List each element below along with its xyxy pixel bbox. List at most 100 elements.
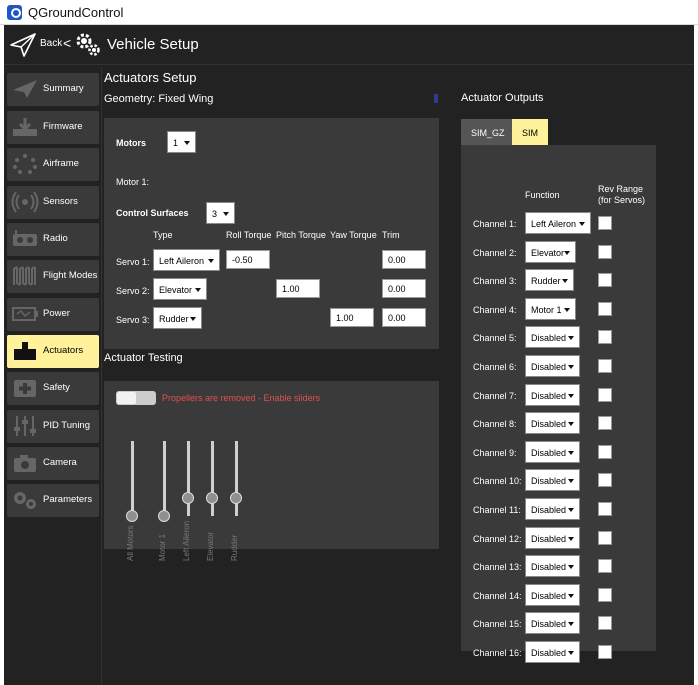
sidebar-item-actuators[interactable]: Actuators: [7, 335, 99, 368]
channel-9-function-dropdown[interactable]: Disabled: [525, 440, 580, 463]
slider-track: [235, 441, 238, 516]
servo-1-type-dropdown[interactable]: Left Aileron: [153, 249, 220, 271]
sidebar-item-summary[interactable]: Summary: [7, 73, 99, 106]
slider-knob[interactable]: [126, 510, 138, 522]
servo-3-type-dropdown[interactable]: Rudder: [153, 307, 202, 329]
sidebar-item-airframe[interactable]: Airframe: [7, 148, 99, 181]
slider-knob[interactable]: [206, 491, 218, 504]
control-surfaces-dropdown[interactable]: 3: [206, 202, 235, 224]
channel-7-rev-range-checkbox[interactable]: [598, 387, 612, 402]
chevron-down-icon: [568, 365, 574, 369]
channel-1-rev-range-checkbox[interactable]: [598, 216, 612, 230]
channel-9-rev-range-checkbox[interactable]: [598, 444, 612, 459]
channel-8-label: Channel 8:: [473, 419, 517, 430]
slider-knob[interactable]: [230, 491, 242, 504]
chevron-down-icon: [195, 288, 201, 292]
channel-3-function-dropdown[interactable]: Rudder: [525, 269, 574, 292]
motors-count-dropdown[interactable]: 1: [167, 131, 196, 153]
servo-2-pitch-field[interactable]: 1.00: [276, 279, 320, 298]
channel-function-value: Disabled: [531, 476, 567, 487]
channel-1-label: Channel 1:: [473, 219, 517, 229]
sidebar-item-label: Summary: [43, 83, 84, 94]
channel-12-rev-range-checkbox[interactable]: [598, 530, 612, 545]
toggle-knob: [117, 392, 136, 404]
channel-5-label: Channel 5:: [473, 333, 517, 344]
channel-10-rev-range-checkbox[interactable]: [598, 473, 612, 488]
slider-label: Motor 1: [158, 533, 167, 561]
channel-15-rev-range-checkbox[interactable]: [598, 616, 612, 631]
paper-plane-icon[interactable]: [10, 33, 36, 57]
servo-1-trim-field[interactable]: 0.00: [382, 250, 426, 269]
chevron-down-icon: [568, 450, 574, 455]
channel-1-function-dropdown[interactable]: Left Aileron: [525, 212, 591, 234]
enable-sliders-toggle[interactable]: [116, 391, 156, 405]
tab-sim-gz[interactable]: SIM_GZ: [461, 119, 512, 145]
sidebar-item-flight-modes[interactable]: Flight Modes: [7, 260, 99, 293]
sidebar-item-parameters[interactable]: Parameters: [7, 484, 99, 517]
sidebar-item-camera[interactable]: Camera: [7, 447, 99, 480]
channel-10-function-dropdown[interactable]: Disabled: [525, 469, 580, 492]
channel-6-function-dropdown[interactable]: Disabled: [525, 355, 580, 377]
sidebar-item-label: Power: [43, 308, 70, 319]
sidebar-item-radio[interactable]: Radio: [7, 223, 99, 256]
chevron-down-icon: [223, 212, 229, 216]
servo-2-type-dropdown[interactable]: Elevator: [153, 278, 207, 300]
chevron-down-icon: [568, 508, 574, 512]
sidebar: Summary Firmware Airframe Sensors Radio Fligh…: [4, 67, 102, 685]
servo-3-label: Servo 3:: [116, 315, 150, 325]
channel-2-rev-range-checkbox[interactable]: [598, 244, 612, 259]
channel-function-value: Disabled: [531, 362, 567, 372]
slider-track: [211, 441, 214, 516]
slider-knob[interactable]: [158, 510, 170, 522]
channel-3-rev-range-checkbox[interactable]: [598, 273, 612, 288]
chevron-down-icon: [568, 393, 574, 398]
chevron-down-icon: [568, 479, 574, 484]
channel-14-rev-range-checkbox[interactable]: [598, 587, 612, 602]
channel-6-rev-range-checkbox[interactable]: [598, 359, 612, 373]
sidebar-item-power[interactable]: Power: [7, 298, 99, 331]
channel-5-function-dropdown[interactable]: Disabled: [525, 326, 580, 349]
servo-1-roll-field[interactable]: -0.50: [226, 250, 270, 269]
sidebar-item-sensors[interactable]: Sensors: [7, 186, 99, 219]
channel-5-rev-range-checkbox[interactable]: [598, 330, 612, 345]
sensor-waves-icon: [11, 191, 39, 213]
channel-11-rev-range-checkbox[interactable]: [598, 502, 612, 516]
channel-14-label: Channel 14:: [473, 590, 522, 601]
sidebar-item-label: Flight Modes: [43, 270, 98, 281]
channel-7-function-dropdown[interactable]: Disabled: [525, 383, 580, 406]
back-chevron[interactable]: <: [63, 35, 71, 51]
sidebar-item-safety[interactable]: Safety: [7, 372, 99, 405]
channel-8-rev-range-checkbox[interactable]: [598, 416, 612, 431]
slider-knob[interactable]: [182, 491, 194, 504]
sidebar-item-pid-tuning[interactable]: PID Tuning: [7, 410, 99, 443]
servo-3-trim-field[interactable]: 0.00: [382, 308, 426, 327]
back-button[interactable]: Back: [40, 38, 62, 49]
field-value: 1.00: [282, 284, 300, 294]
channel-8-function-dropdown[interactable]: Disabled: [525, 412, 580, 435]
tab-sim[interactable]: SIM: [512, 119, 548, 145]
channel-11-function-dropdown[interactable]: Disabled: [525, 498, 580, 520]
field-value: 0.00: [388, 255, 406, 265]
channel-4-function-dropdown[interactable]: Motor 1: [525, 297, 576, 320]
channel-2-function-dropdown[interactable]: Elevator: [525, 240, 576, 263]
camera-icon: [11, 452, 39, 474]
sidebar-item-label: Firmware: [43, 121, 83, 132]
actuator-testing-title: Actuator Testing: [104, 352, 183, 364]
channel-16-rev-range-checkbox[interactable]: [598, 645, 612, 659]
channel-16-function-dropdown[interactable]: Disabled: [525, 641, 580, 663]
channel-13-rev-range-checkbox[interactable]: [598, 559, 612, 574]
channel-14-function-dropdown[interactable]: Disabled: [525, 583, 580, 606]
sidebar-item-firmware[interactable]: Firmware: [7, 111, 99, 144]
servo-2-trim-field[interactable]: 0.00: [382, 279, 426, 298]
channel-3-label: Channel 3:: [473, 276, 517, 287]
channel-13-function-dropdown[interactable]: Disabled: [525, 555, 580, 578]
sidebar-item-label: PID Tuning: [43, 420, 90, 431]
sidebar-item-label: Sensors: [43, 196, 78, 207]
channel-4-rev-range-checkbox[interactable]: [598, 301, 612, 316]
servo-3-yaw-field[interactable]: 1.00: [330, 308, 374, 327]
chevron-down-icon: [184, 141, 190, 145]
chevron-down-icon: [568, 622, 574, 627]
propellers-warning: Propellers are removed - Enable sliders: [162, 393, 321, 403]
channel-12-function-dropdown[interactable]: Disabled: [525, 526, 580, 549]
channel-15-function-dropdown[interactable]: Disabled: [525, 612, 580, 635]
